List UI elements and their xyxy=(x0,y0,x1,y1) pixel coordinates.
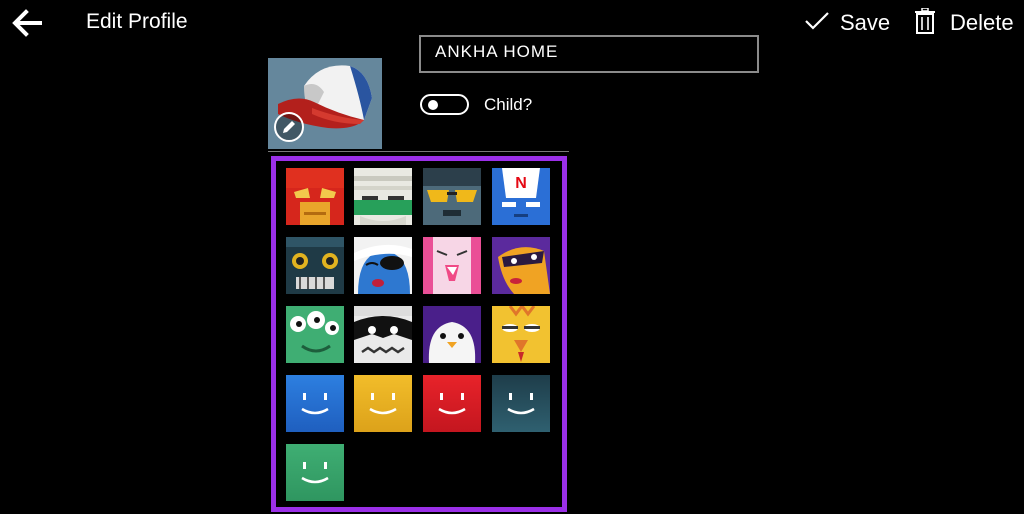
child-toggle[interactable] xyxy=(420,94,469,115)
netflix-blue-avatar[interactable]: N xyxy=(492,168,550,225)
toggle-knob xyxy=(428,100,438,110)
page-title: Edit Profile xyxy=(86,10,188,33)
masked-purple-avatar[interactable] xyxy=(492,237,550,294)
pink-monster-avatar[interactable] xyxy=(423,237,481,294)
red-hero-avatar[interactable] xyxy=(286,168,344,225)
delete-button[interactable]: Delete xyxy=(914,6,1014,39)
profile-name-field[interactable] xyxy=(419,35,759,73)
checkmark-icon xyxy=(804,10,830,37)
save-button[interactable]: Save xyxy=(804,8,890,38)
smile-yellow-avatar[interactable] xyxy=(354,375,412,432)
sunglasses-avatar[interactable] xyxy=(423,168,481,225)
penguin-avatar[interactable] xyxy=(423,306,481,363)
delete-label: Delete xyxy=(950,10,1014,35)
smile-red-avatar[interactable] xyxy=(423,375,481,432)
profile-name-input[interactable] xyxy=(433,41,757,63)
trash-icon xyxy=(914,6,936,39)
robot-speaker-avatar[interactable] xyxy=(286,237,344,294)
back-arrow-icon[interactable] xyxy=(10,8,44,38)
eyepatch-blue-avatar[interactable] xyxy=(354,237,412,294)
pencil-icon xyxy=(283,121,295,133)
yellow-bird-avatar[interactable] xyxy=(492,306,550,363)
svg-text:N: N xyxy=(515,175,527,192)
edit-avatar-button[interactable] xyxy=(274,112,304,142)
save-label: Save xyxy=(840,10,891,35)
smile-blue-avatar[interactable] xyxy=(286,375,344,432)
green-alien-avatar[interactable] xyxy=(286,306,344,363)
child-label: Child? xyxy=(484,95,533,114)
raccoon-avatar[interactable] xyxy=(354,306,412,363)
bandaged-green-avatar[interactable] xyxy=(354,168,412,225)
smile-teal-avatar[interactable] xyxy=(492,375,550,432)
current-avatar[interactable] xyxy=(268,58,382,149)
smile-green-avatar[interactable] xyxy=(286,444,344,501)
